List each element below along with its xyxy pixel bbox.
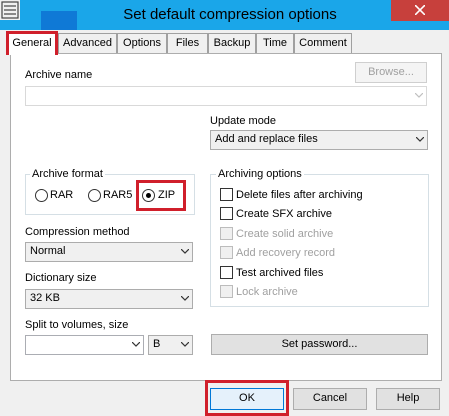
archive-format-label: Archive format — [30, 168, 105, 181]
radio-rar[interactable] — [35, 189, 48, 202]
compression-method-label: Compression method — [25, 226, 130, 238]
tab-options[interactable]: Options — [117, 33, 167, 53]
split-volumes-label: Split to volumes, size — [25, 319, 129, 331]
update-mode-select[interactable]: Add and replace files — [210, 130, 428, 150]
archive-name-field[interactable] — [25, 86, 427, 106]
close-button[interactable] — [391, 0, 449, 21]
update-mode-value: Add and replace files — [215, 133, 318, 145]
dictionary-size-label: Dictionary size — [25, 272, 97, 284]
update-mode-label: Update mode — [210, 115, 277, 127]
ok-button[interactable]: OK — [210, 388, 284, 410]
radio-selected-dot — [146, 193, 151, 198]
dictionary-size-select[interactable]: 32 KB — [25, 289, 193, 309]
tab-files[interactable]: Files — [167, 33, 208, 53]
tab-time[interactable]: Time — [256, 33, 294, 53]
radio-rar5-label[interactable]: RAR5 — [103, 189, 132, 202]
app-icon — [0, 0, 20, 20]
chevron-down-icon — [181, 296, 189, 301]
tab-advanced[interactable]: Advanced — [58, 33, 117, 53]
checkbox-recovery-record-label: Add recovery record — [236, 247, 336, 259]
dictionary-size-value: 32 KB — [30, 292, 60, 304]
radio-zip[interactable] — [142, 189, 155, 202]
archiving-options-label: Archiving options — [216, 168, 304, 181]
radio-zip-label[interactable]: ZIP — [158, 189, 175, 202]
split-volumes-field[interactable] — [25, 335, 144, 355]
checkbox-test-archived-label[interactable]: Test archived files — [236, 267, 323, 280]
checkbox-solid-archive[interactable] — [220, 227, 233, 240]
split-unit-select[interactable]: B — [148, 335, 193, 355]
tab-backup[interactable]: Backup — [208, 33, 256, 53]
compression-method-select[interactable]: Normal — [25, 242, 193, 262]
chevron-down-icon — [416, 137, 424, 142]
checkbox-delete-after-label[interactable]: Delete files after archiving — [236, 189, 363, 202]
chevron-down-icon — [181, 249, 189, 254]
window-icon — [1, 1, 19, 19]
archive-name-label: Archive name — [25, 69, 93, 81]
cancel-button[interactable]: Cancel — [293, 388, 367, 410]
radio-rar5[interactable] — [88, 189, 101, 202]
browse-button[interactable]: Browse... — [355, 62, 427, 83]
chevron-down-icon — [132, 342, 140, 347]
chevron-down-icon — [181, 342, 189, 347]
radio-rar-label[interactable]: RAR — [50, 189, 73, 202]
tab-comment[interactable]: Comment — [294, 33, 352, 53]
help-button[interactable]: Help — [376, 388, 440, 410]
checkbox-lock-archive-label: Lock archive — [236, 286, 298, 298]
split-unit-value: B — [153, 338, 161, 350]
checkbox-create-sfx[interactable] — [220, 207, 233, 220]
close-icon — [415, 5, 425, 15]
checkbox-recovery-record[interactable] — [220, 246, 233, 259]
checkbox-lock-archive[interactable] — [220, 285, 233, 298]
chevron-down-icon — [415, 93, 423, 98]
window-title: Set default compression options — [123, 6, 337, 23]
checkbox-solid-archive-label: Create solid archive — [236, 228, 334, 240]
set-password-button[interactable]: Set password... — [211, 334, 428, 355]
title-accent — [41, 11, 77, 30]
tab-general[interactable]: General — [6, 31, 58, 55]
checkbox-test-archived[interactable] — [220, 266, 233, 279]
checkbox-delete-after[interactable] — [220, 188, 233, 201]
checkbox-create-sfx-label[interactable]: Create SFX archive — [236, 208, 332, 221]
compression-method-value: Normal — [30, 245, 66, 257]
